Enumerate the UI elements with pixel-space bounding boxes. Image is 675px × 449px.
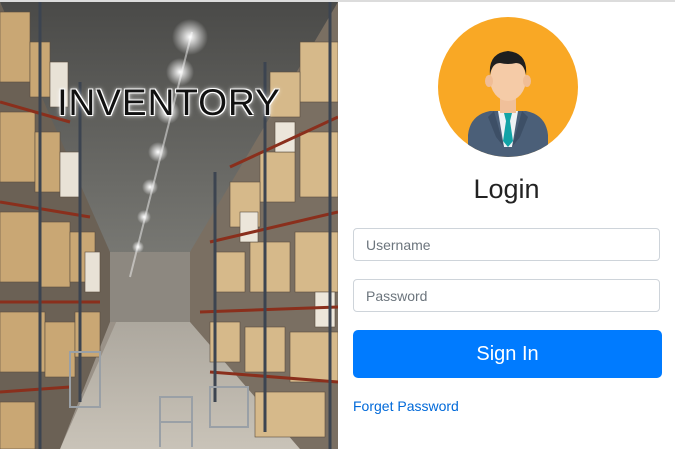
warehouse-aisle-image bbox=[0, 2, 338, 449]
login-panel: Login Sign In Forget Password bbox=[338, 2, 675, 449]
sign-in-button[interactable]: Sign In bbox=[353, 330, 662, 378]
forgot-password-link[interactable]: Forget Password bbox=[353, 398, 459, 414]
username-input[interactable] bbox=[353, 228, 660, 261]
hero-title: INVENTORY bbox=[57, 82, 281, 123]
login-heading: Login bbox=[473, 174, 540, 204]
user-avatar-icon bbox=[438, 17, 578, 157]
warehouse-hero: INVENTORY bbox=[0, 2, 338, 449]
password-input[interactable] bbox=[353, 279, 660, 312]
